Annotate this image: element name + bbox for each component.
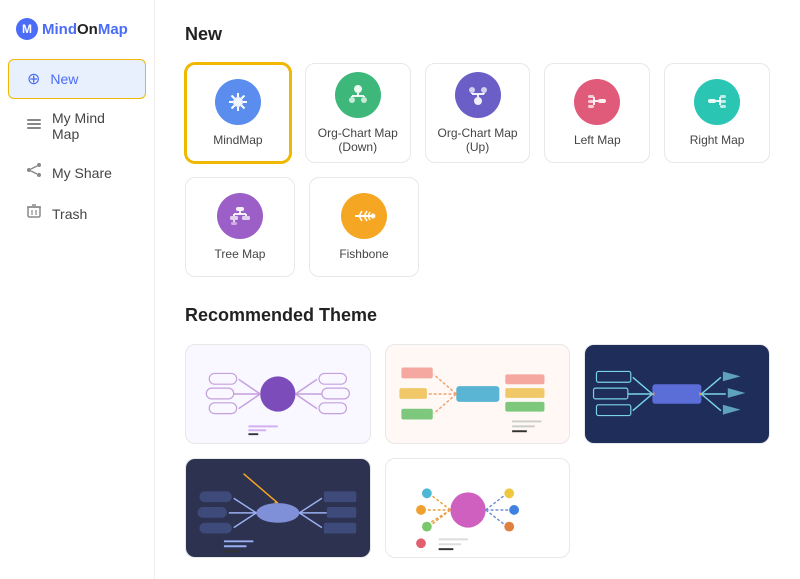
theme-card-1[interactable] (185, 344, 371, 444)
tree-map-label: Tree Map (215, 247, 266, 261)
theme-card-4[interactable] (185, 458, 371, 558)
right-map-icon (694, 79, 740, 125)
map-card-mindmap[interactable]: MindMap (185, 63, 291, 163)
tree-map-icon (217, 193, 263, 239)
org-chart-up-icon (455, 72, 501, 118)
sidebar-item-new[interactable]: ⊕ New (8, 59, 146, 99)
mindmap-label: MindMap (213, 133, 262, 147)
fishbone-icon (341, 193, 387, 239)
share-icon (26, 162, 42, 183)
org-chart-up-label: Org-Chart Map (Up) (426, 126, 530, 154)
logo-icon: M (16, 18, 38, 40)
theme-card-2[interactable] (385, 344, 571, 444)
org-chart-down-icon (335, 72, 381, 118)
logo-text: MindOnMap (42, 21, 128, 38)
mind-map-icon (26, 116, 42, 137)
theme-grid (185, 344, 770, 558)
new-section-title: New (185, 24, 770, 45)
theme-card-5[interactable] (385, 458, 571, 558)
fishbone-label: Fishbone (339, 247, 388, 261)
left-map-label: Left Map (574, 133, 621, 147)
sidebar-item-my-mind-map[interactable]: My Mind Map (8, 101, 146, 151)
sidebar-item-mymindmap-label: My Mind Map (52, 110, 128, 142)
recommended-section-title: Recommended Theme (185, 305, 770, 326)
mindmap-icon (215, 79, 261, 125)
map-card-org-chart-down[interactable]: Org-Chart Map (Down) (305, 63, 411, 163)
theme-card-3[interactable] (584, 344, 770, 444)
map-card-tree-map[interactable]: Tree Map (185, 177, 295, 277)
map-card-right-map[interactable]: Right Map (664, 63, 770, 163)
logo: M MindOnMap (0, 12, 154, 58)
main-content: New MindMap (155, 0, 800, 579)
sidebar-item-my-share[interactable]: My Share (8, 153, 146, 192)
new-icon: ⊕ (27, 69, 40, 89)
map-type-row1: MindMap Org-Chart Map (Down) (185, 63, 770, 163)
map-card-fishbone[interactable]: Fishbone (309, 177, 419, 277)
sidebar-item-trash-label: Trash (52, 206, 87, 222)
sidebar: M MindOnMap ⊕ New My Mind Map My Share T… (0, 0, 155, 579)
sidebar-item-trash[interactable]: Trash (8, 194, 146, 233)
trash-icon (26, 203, 42, 224)
map-card-org-chart-up[interactable]: Org-Chart Map (Up) (425, 63, 531, 163)
org-chart-down-label: Org-Chart Map (Down) (306, 126, 410, 154)
left-map-icon (574, 79, 620, 125)
map-type-row2: Tree Map Fishbone (185, 177, 770, 277)
sidebar-item-myshare-label: My Share (52, 165, 112, 181)
sidebar-item-new-label: New (50, 71, 78, 87)
right-map-label: Right Map (690, 133, 745, 147)
map-card-left-map[interactable]: Left Map (544, 63, 650, 163)
